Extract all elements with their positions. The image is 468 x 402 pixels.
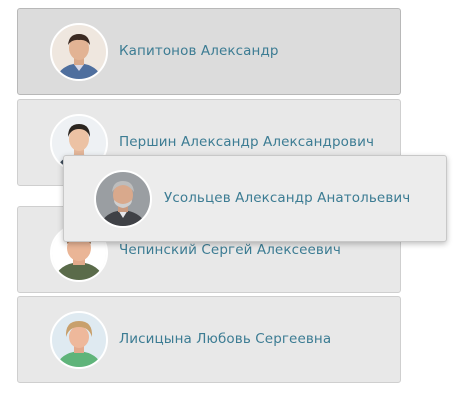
list-item-lisitsyna[interactable]: Лисицына Любовь Сергеевна	[17, 296, 401, 383]
person-name: Лисицына Любовь Сергеевна	[119, 331, 332, 347]
avatar-lisitsyna	[50, 311, 108, 369]
person-name: Чепинский Сергей Алексеевич	[119, 242, 341, 258]
dragged-list-item-usoltsev[interactable]: Усольцев Александр Анатольевич	[63, 155, 447, 242]
person-name: Капитонов Александр	[119, 43, 279, 59]
list-item-kapitonov[interactable]: Капитонов Александр	[17, 8, 401, 95]
person-name: Першин Александр Александрович	[119, 134, 375, 150]
avatar-kapitonov	[50, 23, 108, 81]
avatar-usoltsev	[94, 170, 152, 228]
person-name: Усольцев Александр Анатольевич	[164, 190, 411, 206]
